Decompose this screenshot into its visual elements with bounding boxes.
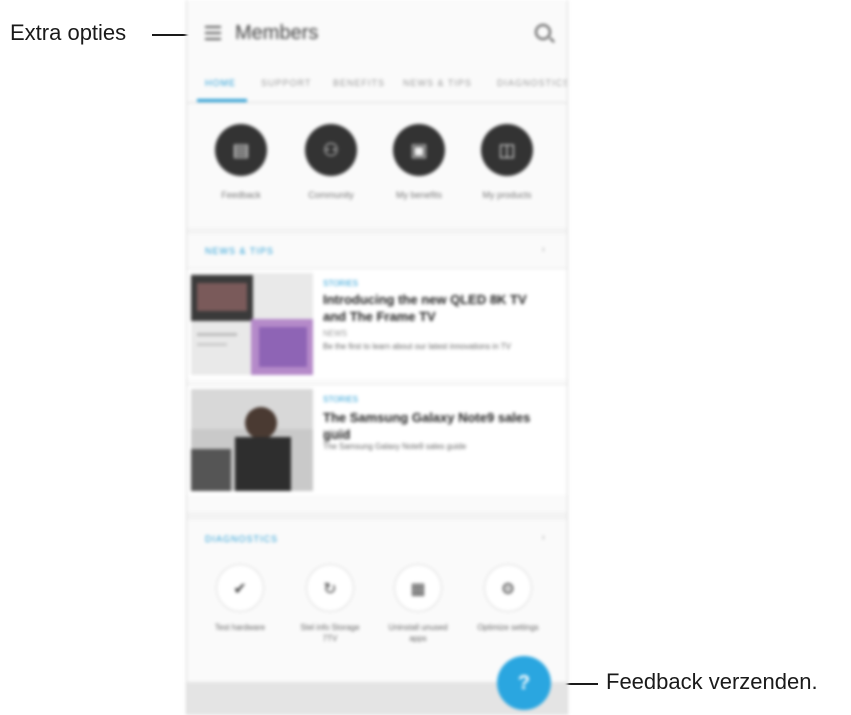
callout-more-options: Extra opties (10, 20, 127, 45)
check-icon: ✔ (216, 564, 264, 612)
quick-action-community[interactable]: ⚇ Community (301, 124, 361, 200)
document-icon: ▤ (215, 124, 267, 176)
news-section: NEWS & TIPS › STORIES Introducing the ne… (187, 234, 567, 512)
tab-diagnostics[interactable]: DIAGNOSTICS (497, 78, 567, 88)
chevron-right-icon[interactable]: › (542, 244, 545, 255)
tab-home[interactable]: HOME (205, 78, 236, 88)
search-icon[interactable] (535, 24, 551, 40)
quick-action-feedback[interactable]: ▤ Feedback (211, 124, 271, 200)
news-section-header[interactable]: NEWS & TIPS (205, 246, 274, 256)
app-title: Members (235, 22, 319, 44)
diagnostic-label: Test hardware (214, 623, 266, 632)
news-card[interactable]: STORIES Introducing the new QLED 8K TV a… (187, 268, 567, 379)
news-title: Introducing the new QLED 8K TV and The F… (323, 292, 527, 324)
quick-action-label: My products (482, 190, 532, 200)
quick-action-products[interactable]: ◫ My products (477, 124, 537, 200)
news-sub: NEWS (323, 329, 347, 338)
diagnostics-section-header[interactable]: DIAGNOSTICS (205, 534, 278, 544)
quick-action-label: My benefits (395, 190, 443, 200)
community-icon: ⚇ (305, 124, 357, 176)
diagnostic-test-hardware[interactable]: ✔ Test hardware (205, 564, 275, 633)
diagnostics-section: DIAGNOSTICS › ✔ Test hardware ↻ Stel inf… (187, 520, 567, 682)
feedback-fab-button[interactable]: ? (497, 656, 551, 710)
tab-news-tips[interactable]: NEWS & TIPS (403, 78, 472, 88)
callout-send-feedback: Feedback verzenden. (606, 669, 818, 694)
news-thumbnail (191, 273, 313, 375)
tab-bar: HOME SUPPORT BENEFITS NEWS & TIPS DIAGNO… (187, 66, 567, 103)
settings-icon: ⚙ (484, 564, 532, 612)
quick-action-label: Feedback (221, 190, 261, 200)
news-sub: NEWS (323, 429, 347, 438)
quick-action-label: Community (308, 190, 354, 200)
sync-icon: ↻ (306, 564, 354, 612)
diagnostic-label: Stel info Storage 7TV (300, 623, 360, 643)
diagnostic-optimize-settings[interactable]: ⚙ Optimize settings (473, 564, 543, 633)
quick-action-benefits[interactable]: ▣ My benefits (389, 124, 449, 200)
tab-support[interactable]: SUPPORT (261, 78, 311, 88)
chevron-right-icon[interactable]: › (542, 532, 545, 543)
tab-indicator (197, 99, 247, 102)
news-desc: Be the first to learn about our latest i… (323, 342, 511, 351)
news-thumbnail (191, 389, 313, 491)
diagnostic-uninstall-apps[interactable]: ▦ Uninstall unused apps (383, 564, 453, 644)
diagnostic-label: Uninstall unused apps (388, 623, 448, 643)
devices-icon: ◫ (481, 124, 533, 176)
news-card[interactable]: STORIES The Samsung Galaxy Note9 sales g… (187, 384, 567, 495)
news-tag: STORIES (323, 395, 358, 404)
app-bar: Members (187, 0, 567, 66)
menu-icon[interactable] (205, 26, 221, 40)
phone-screen: Members HOME SUPPORT BENEFITS NEWS & TIP… (186, 0, 568, 715)
gift-icon: ▣ (393, 124, 445, 176)
apps-grid-icon: ▦ (394, 564, 442, 612)
tab-benefits[interactable]: BENEFITS (333, 78, 385, 88)
news-tag: STORIES (323, 279, 358, 288)
news-desc: The Samsung Galaxy Note9 sales guide (323, 442, 467, 451)
diagnostic-label: Optimize settings (477, 623, 539, 632)
news-title: The Samsung Galaxy Note9 sales guid (323, 410, 531, 442)
diagnostic-storage[interactable]: ↻ Stel info Storage 7TV (295, 564, 365, 644)
quick-actions: ▤ Feedback ⚇ Community ▣ My benefits ◫ M… (187, 104, 567, 228)
